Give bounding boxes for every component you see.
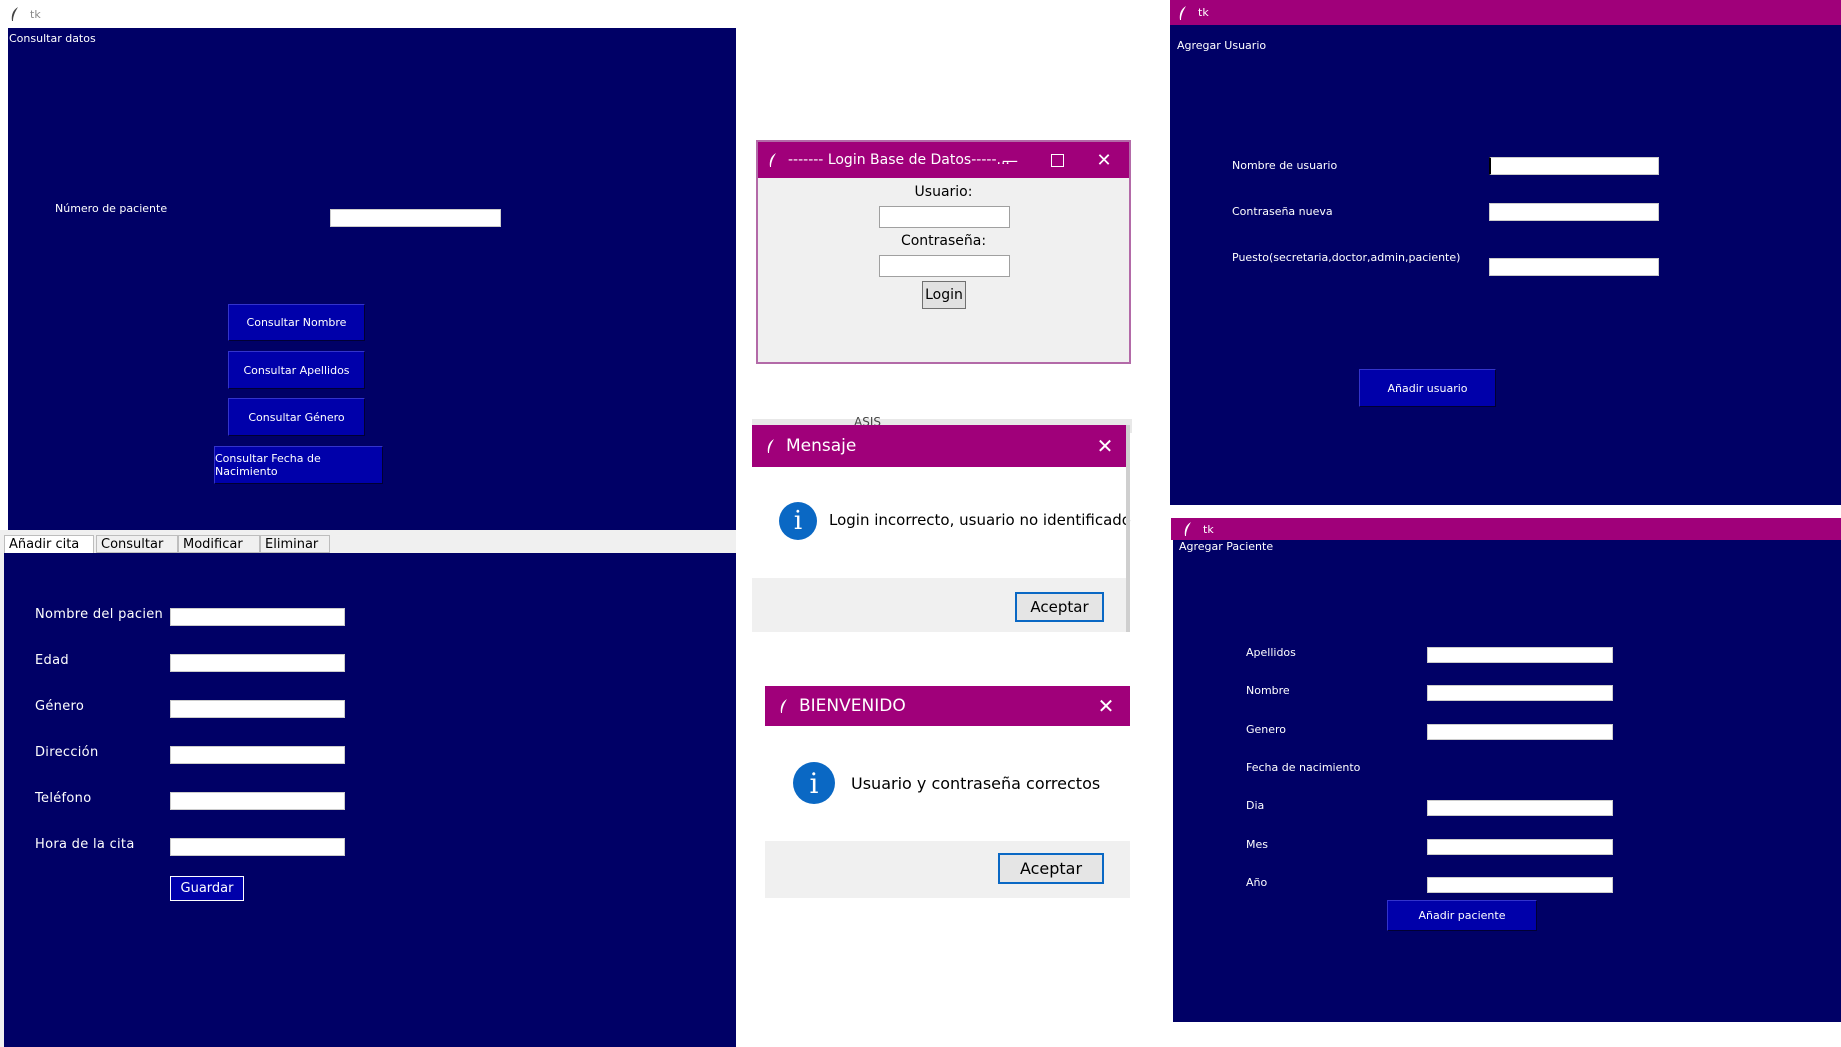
login-title: ------- Login Base de Datos-----... — [788, 152, 1010, 168]
numero-paciente-label: Número de paciente — [55, 202, 168, 215]
nombre-paciente-label: Nombre del pacien — [35, 607, 164, 622]
info-icon: i — [793, 762, 835, 804]
direccion-label: Dirección — [35, 745, 99, 760]
tk-feather-icon — [779, 699, 789, 713]
tk-feather-icon — [1178, 5, 1188, 20]
telefono-label: Teléfono — [35, 791, 92, 806]
bienvenido-dialog: BIENVENIDO ✕ i Usuario y contraseña corr… — [765, 686, 1130, 898]
nombre-usuario-label: Nombre de usuario — [1232, 159, 1338, 172]
consultar-apellidos-button[interactable]: Consultar Apellidos — [228, 351, 365, 389]
usuario-input[interactable] — [879, 206, 1010, 228]
hora-cita-input[interactable] — [170, 838, 345, 856]
minimize-icon[interactable]: — — [998, 148, 1022, 172]
agregar-paciente-panel: Agregar Paciente Apellidos Nombre Genero… — [1173, 540, 1841, 1022]
tk-feather-icon — [768, 153, 778, 167]
agregar-usuario-panel: Agregar Usuario Nombre de usuario Contra… — [1170, 25, 1841, 505]
genero-label: Genero — [1246, 723, 1287, 736]
genero-input[interactable] — [170, 700, 345, 718]
password-input[interactable] — [879, 255, 1010, 277]
consultar-nombre-button[interactable]: Consultar Nombre — [228, 304, 365, 341]
usuario-label: Usuario: — [914, 184, 973, 200]
puesto-label: Puesto(secretaria,doctor,admin,paciente) — [1232, 251, 1461, 264]
apellidos-label: Apellidos — [1246, 646, 1296, 659]
dia-input[interactable] — [1427, 800, 1613, 816]
citas-window: Añadir cita Consultar Modificar Eliminar… — [0, 530, 736, 1047]
consultar-genero-button[interactable]: Consultar Género — [228, 398, 365, 436]
hora-cita-label: Hora de la cita — [35, 837, 135, 852]
consultar-panel: Consultar datos Número de paciente Consu… — [8, 28, 736, 530]
page-title: Agregar Paciente — [1179, 540, 1274, 553]
anadir-usuario-button[interactable]: Añadir usuario — [1359, 369, 1496, 407]
agregar-usuario-titlebar: tk — [1170, 0, 1841, 25]
ano-input[interactable] — [1427, 877, 1613, 893]
puesto-input[interactable] — [1489, 258, 1659, 276]
agregar-usuario-window: tk Agregar Usuario Nombre de usuario Con… — [1170, 0, 1841, 505]
mensaje-title: Mensaje — [786, 436, 857, 456]
edad-label: Edad — [35, 653, 69, 668]
ano-label: Año — [1246, 876, 1268, 889]
bienvenido-footer: Aceptar — [765, 841, 1130, 898]
close-icon[interactable]: ✕ — [1094, 694, 1118, 718]
anadir-paciente-button[interactable]: Añadir paciente — [1387, 900, 1537, 931]
page-title: Consultar datos — [9, 32, 96, 45]
tab-consultar[interactable]: Consultar — [96, 535, 178, 553]
nombre-input[interactable] — [1427, 685, 1613, 701]
consultar-titlebar: tk — [0, 0, 736, 28]
citas-panel: Nombre del pacien Edad Género Dirección … — [4, 553, 736, 1047]
fecha-nacimiento-label: Fecha de nacimiento — [1246, 761, 1361, 774]
direccion-input[interactable] — [170, 746, 345, 764]
telefono-input[interactable] — [170, 792, 345, 810]
window-title: tk — [1198, 6, 1209, 19]
apellidos-input[interactable] — [1427, 647, 1613, 663]
contrasena-input[interactable] — [1489, 203, 1659, 221]
aceptar-button[interactable]: Aceptar — [998, 853, 1104, 884]
login-titlebar: ------- Login Base de Datos-----... — ✕ — [758, 142, 1129, 178]
tk-feather-icon — [1183, 522, 1193, 536]
aceptar-button[interactable]: Aceptar — [1015, 592, 1104, 622]
tk-feather-icon — [10, 7, 20, 21]
bienvenido-text: Usuario y contraseña correctos — [851, 774, 1101, 793]
bienvenido-title: BIENVENIDO — [799, 696, 906, 716]
agregar-paciente-window: tk Agregar Paciente Apellidos Nombre Gen… — [1171, 518, 1841, 1022]
genero-label: Género — [35, 699, 85, 714]
mes-input[interactable] — [1427, 839, 1613, 855]
tab-bar: Añadir cita Consultar Modificar Eliminar — [4, 535, 736, 553]
consultar-fecha-button[interactable]: Consultar Fecha de Nacimiento — [214, 446, 383, 484]
nombre-paciente-input[interactable] — [170, 608, 345, 626]
bienvenido-titlebar: BIENVENIDO ✕ — [765, 686, 1130, 726]
mensaje-dialog: Mensaje ✕ i Login incorrecto, usuario no… — [752, 425, 1131, 632]
tab-anadir-cita[interactable]: Añadir cita — [4, 535, 94, 553]
password-label: Contraseña: — [900, 233, 987, 249]
numero-paciente-input[interactable] — [330, 209, 501, 227]
maximize-icon[interactable] — [1045, 148, 1069, 172]
window-title: tk — [30, 7, 41, 21]
mes-label: Mes — [1246, 838, 1268, 851]
mensaje-footer: Aceptar — [752, 578, 1126, 632]
nombre-usuario-input[interactable] — [1489, 157, 1659, 175]
dia-label: Dia — [1246, 799, 1265, 812]
consultar-window: tk Consultar datos Número de paciente Co… — [0, 0, 736, 530]
page-title: Agregar Usuario — [1177, 39, 1267, 52]
mensaje-titlebar: Mensaje ✕ — [752, 425, 1126, 467]
tab-modificar[interactable]: Modificar — [178, 535, 260, 553]
dialog-edge — [1126, 425, 1130, 632]
close-icon[interactable]: ✕ — [1092, 148, 1116, 172]
agregar-paciente-titlebar: tk — [1171, 518, 1841, 540]
edad-input[interactable] — [170, 654, 345, 672]
info-icon: i — [779, 502, 817, 540]
contrasena-label: Contraseña nueva — [1232, 205, 1333, 218]
login-window: ------- Login Base de Datos-----... — ✕ … — [756, 140, 1131, 364]
tab-eliminar[interactable]: Eliminar — [260, 535, 330, 553]
mensaje-text: Login incorrecto, usuario no identificad… — [829, 511, 1131, 529]
window-title: tk — [1203, 522, 1214, 536]
login-button[interactable]: Login — [922, 281, 966, 309]
guardar-button[interactable]: Guardar — [170, 876, 244, 901]
tk-feather-icon — [766, 439, 776, 453]
nombre-label: Nombre — [1246, 684, 1290, 697]
close-icon[interactable]: ✕ — [1093, 434, 1117, 458]
genero-input[interactable] — [1427, 724, 1613, 740]
